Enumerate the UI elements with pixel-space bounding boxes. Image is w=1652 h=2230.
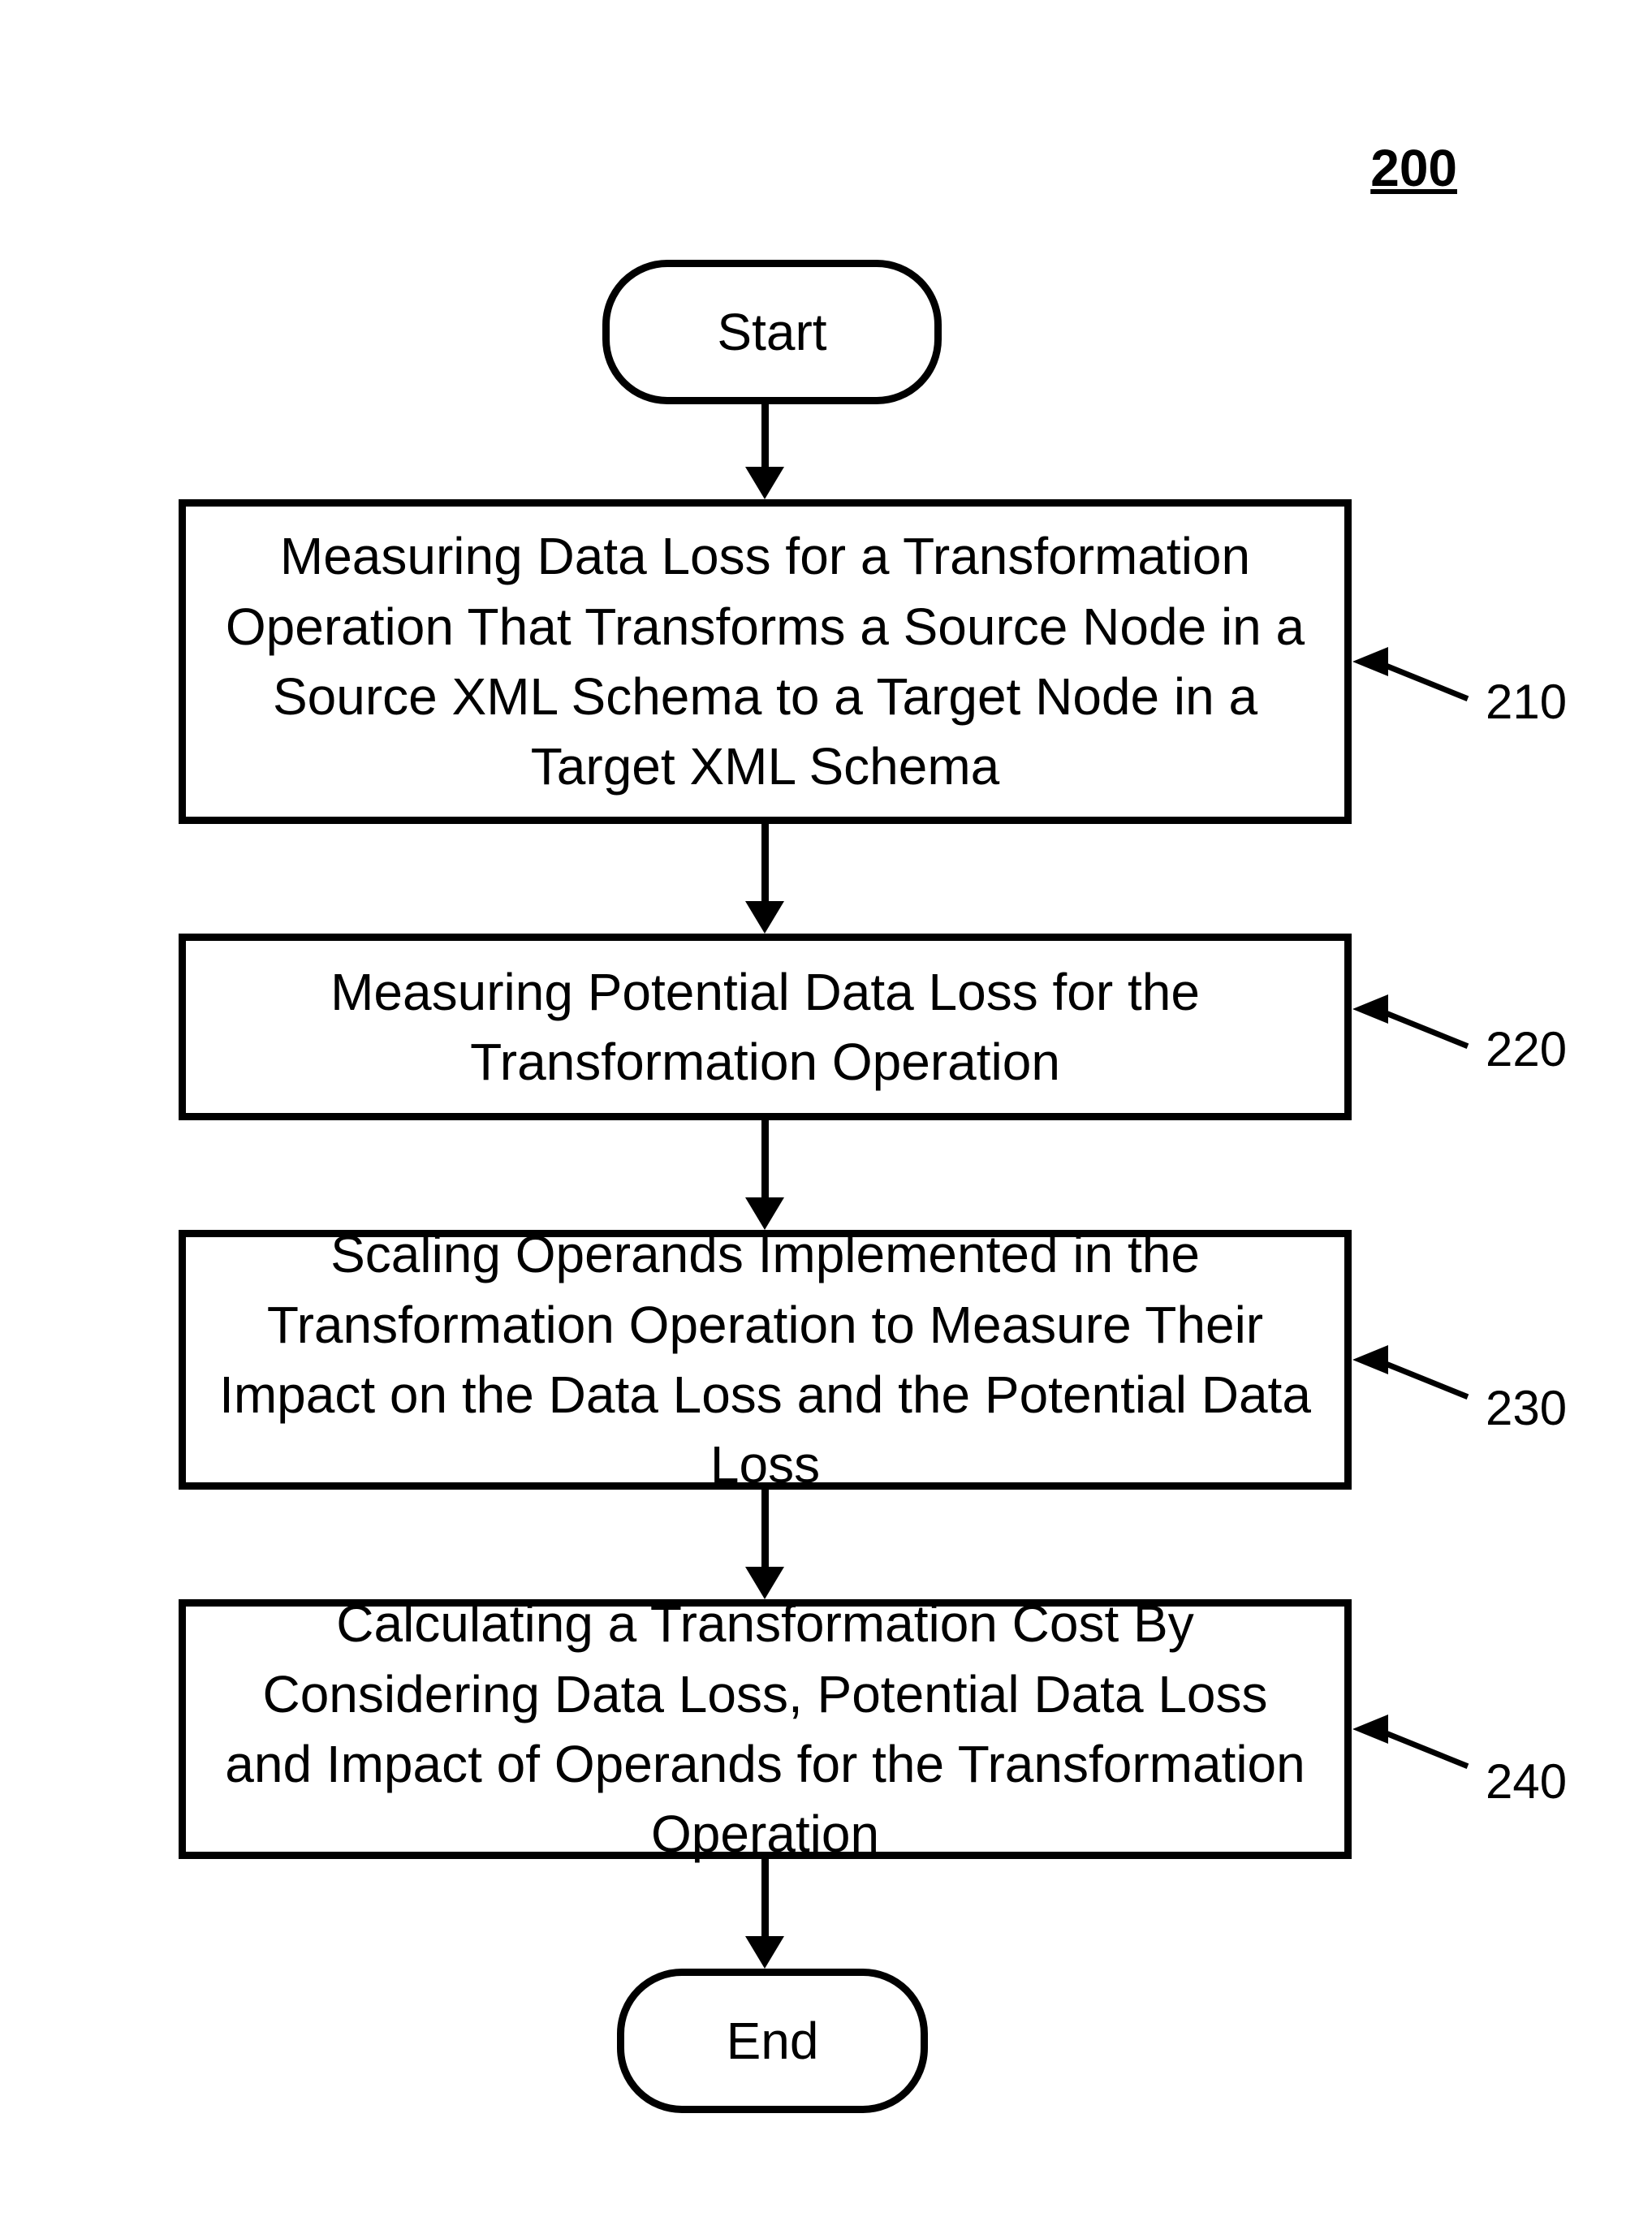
callout-label-210: 210 (1486, 674, 1567, 730)
terminator-start-label: Start (717, 302, 826, 362)
process-step-240-text: Calculating a Transformation Cost By Con… (218, 1589, 1312, 1870)
process-step-240: Calculating a Transformation Cost By Con… (179, 1599, 1352, 1859)
callout-label-240: 240 (1486, 1753, 1567, 1809)
process-step-230: Scaling Operands Implemented in the Tran… (179, 1230, 1352, 1490)
terminator-end: End (617, 1969, 928, 2113)
process-step-220-text: Measuring Potential Data Loss for the Tr… (218, 957, 1312, 1098)
arrow (761, 824, 769, 905)
callout-tick-icon (1352, 994, 1388, 1024)
process-step-230-text: Scaling Operands Implemented in the Tran… (218, 1219, 1312, 1500)
callout-stem (1384, 662, 1469, 701)
arrow-head-icon (745, 901, 784, 934)
process-step-210-text: Measuring Data Loss for a Transformation… (218, 521, 1312, 802)
flowchart-canvas: 200 Start Measuring Data Loss for a Tran… (0, 0, 1652, 2230)
callout-tick-icon (1352, 1715, 1388, 1744)
terminator-end-label: End (727, 2011, 819, 2071)
callout-stem (1384, 1010, 1469, 1049)
callout-label-230: 230 (1486, 1380, 1567, 1436)
callout-label-220: 220 (1486, 1021, 1567, 1077)
terminator-start: Start (602, 260, 942, 404)
arrow (761, 1120, 769, 1201)
callout-tick-icon (1352, 1345, 1388, 1374)
process-step-210: Measuring Data Loss for a Transformation… (179, 499, 1352, 824)
callout-stem (1384, 1361, 1469, 1400)
callout-stem (1384, 1730, 1469, 1769)
arrow-head-icon (745, 1936, 784, 1969)
arrow (761, 1859, 769, 1940)
arrow (761, 397, 769, 470)
process-step-220: Measuring Potential Data Loss for the Tr… (179, 934, 1352, 1120)
figure-number: 200 (1370, 138, 1457, 198)
callout-tick-icon (1352, 647, 1388, 676)
arrow (761, 1490, 769, 1571)
arrow-head-icon (745, 467, 784, 499)
